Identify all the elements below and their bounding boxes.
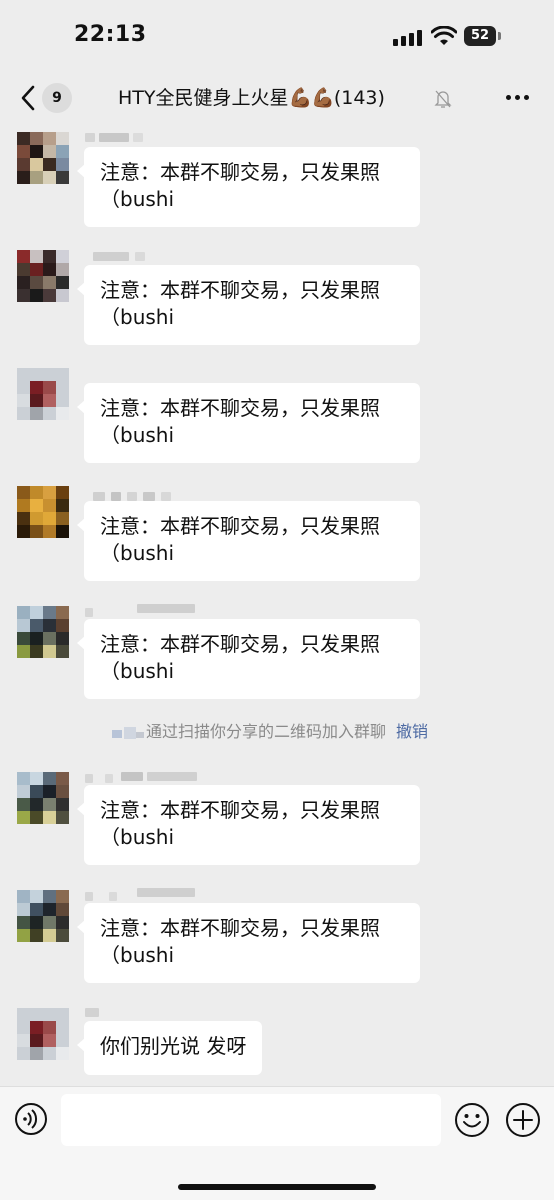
group-title[interactable]: HTY全民健身上火星💪🏾💪🏾(143)	[118, 82, 448, 114]
avatar[interactable]	[17, 772, 69, 824]
plus-icon[interactable]	[505, 1102, 541, 1138]
battery-icon: 52	[464, 26, 502, 46]
unread-badge[interactable]: 9	[42, 83, 72, 113]
group-name: HTY全民健身上火星	[118, 87, 289, 109]
message-text-cont: （bushi	[100, 187, 175, 211]
message-text-cont: （bushi	[100, 825, 175, 849]
chat-header: 9 HTY全民健身上火星💪🏾💪🏾(143)	[0, 72, 554, 124]
system-notice: 通过扫描你分享的二维码加入群聊 撤销	[110, 718, 490, 746]
chevron-left-icon[interactable]	[18, 84, 38, 112]
message-bubble[interactable]: 注意：本群不聊交易，只发果照 （bushi	[77, 147, 420, 227]
message-bubble[interactable]: 注意：本群不聊交易，只发果照 （bushi	[77, 619, 420, 699]
message-bubble[interactable]: 注意：本群不聊交易，只发果照 （bushi	[77, 501, 420, 581]
message-bubble[interactable]: 注意：本群不聊交易，只发果照 （bushi	[77, 785, 420, 865]
sender-name-redacted	[85, 130, 225, 146]
sender-name-redacted	[85, 1004, 225, 1020]
message-text: 注意：本群不聊交易，只发果照	[100, 396, 380, 420]
message-text: 注意：本群不聊交易，只发果照	[100, 632, 380, 656]
message-text-cont: （bushi	[100, 423, 175, 447]
input-bar	[0, 1086, 554, 1200]
message-bubble[interactable]: 注意：本群不聊交易，只发果照 （bushi	[77, 383, 420, 463]
voice-icon[interactable]	[14, 1102, 48, 1136]
message-text: 注意：本群不聊交易，只发果照	[100, 798, 380, 822]
message-text-cont: （bushi	[100, 659, 175, 683]
group-emoji: 💪🏾💪🏾	[288, 87, 335, 109]
message-bubble[interactable]: 注意：本群不聊交易，只发果照 （bushi	[77, 903, 420, 983]
status-time: 22:13	[74, 22, 147, 47]
message-text: 你们别光说 发呀	[100, 1034, 247, 1058]
sender-name-redacted	[85, 886, 225, 902]
signal-icon	[393, 28, 423, 46]
message-text-cont: （bushi	[100, 943, 175, 967]
avatar[interactable]	[17, 250, 69, 302]
message-bubble[interactable]: 你们别光说 发呀	[76, 1021, 263, 1075]
avatar[interactable]	[17, 132, 69, 184]
bell-slash-icon	[434, 90, 452, 108]
sender-name-redacted	[85, 248, 225, 264]
message-input[interactable]	[61, 1094, 441, 1146]
status-bar: 22:13 52	[0, 0, 554, 70]
redacted-name	[110, 724, 146, 742]
member-count: (143)	[333, 87, 385, 109]
message-text: 注意：本群不聊交易，只发果照	[100, 916, 380, 940]
avatar[interactable]	[17, 486, 69, 538]
battery-level: 52	[464, 26, 496, 46]
sender-name-redacted	[85, 602, 225, 618]
message-text: 注意：本群不聊交易，只发果照	[100, 278, 380, 302]
message-text: 注意：本群不聊交易，只发果照	[100, 160, 380, 184]
message-text-cont: （bushi	[100, 541, 175, 565]
avatar[interactable]	[17, 890, 69, 942]
revoke-link[interactable]: 撤销	[396, 722, 428, 741]
message-list[interactable]: 注意：本群不聊交易，只发果照 （bushi 注意：本群不聊交易，只发果照 （bu…	[0, 124, 554, 1086]
message-bubble[interactable]: 注意：本群不聊交易，只发果照 （bushi	[77, 265, 420, 345]
message-text-cont: （bushi	[100, 305, 175, 329]
avatar[interactable]	[17, 606, 69, 658]
wifi-icon	[431, 26, 457, 45]
sender-name-redacted	[85, 768, 225, 784]
emoji-icon[interactable]	[454, 1102, 490, 1138]
more-icon[interactable]	[506, 95, 530, 101]
avatar[interactable]	[17, 1008, 69, 1060]
message-text: 注意：本群不聊交易，只发果照	[100, 514, 380, 538]
system-notice-text: 通过扫描你分享的二维码加入群聊	[146, 722, 387, 741]
home-indicator	[178, 1184, 376, 1190]
avatar[interactable]	[17, 368, 69, 420]
